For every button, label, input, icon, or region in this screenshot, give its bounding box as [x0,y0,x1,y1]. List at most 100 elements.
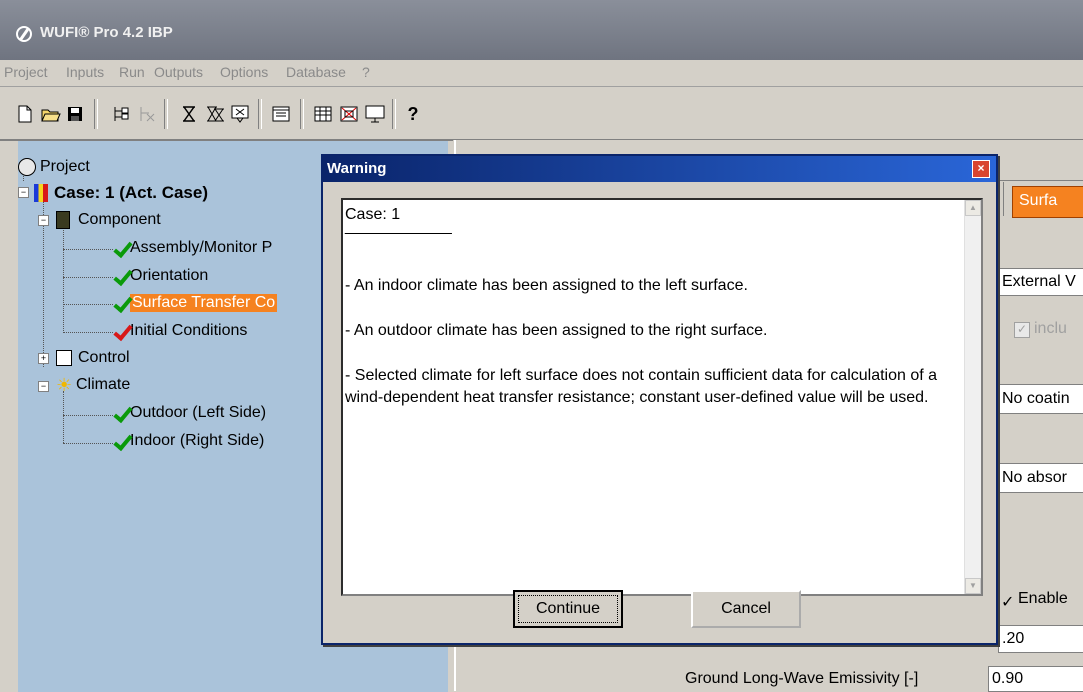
tree-item-control[interactable]: Control [56,349,130,367]
tree-line [63,227,64,333]
tree-item-surface-transfer[interactable]: Surface Transfer Co [114,294,278,312]
toolbar-separator [392,99,396,129]
absorption-field[interactable]: No absor [998,463,1083,493]
message-line-3: - Selected climate for left surface does… [345,367,938,406]
tree-item-component[interactable]: Component [56,211,161,229]
tree-line [63,249,113,250]
tree-item-indoor[interactable]: Indoor (Right Side) [114,432,264,450]
message-line-1: - An indoor climate has been assigned to… [345,277,748,294]
coating-field[interactable]: No coatin [998,384,1083,414]
case-icon [34,184,48,202]
tab-divider [1003,182,1005,216]
add-case-icon[interactable] [110,103,132,125]
menu-inputs[interactable]: Inputs [66,64,104,80]
tree-item-outdoor[interactable]: Outdoor (Left Side) [114,404,266,422]
table-icon[interactable] [312,103,334,125]
dialog-title: Warning [327,160,387,177]
menu-project[interactable]: Project [4,64,48,80]
help-button[interactable]: ? [402,103,424,125]
menu-database[interactable]: Database [286,64,346,80]
tree-item-climate[interactable]: ☀ Climate [56,376,130,394]
wufi-logo-icon [16,26,32,42]
value-field[interactable]: .20 [998,625,1083,653]
message-line-2: - An outdoor climate has been assigned t… [345,322,768,339]
open-folder-icon[interactable] [40,103,62,125]
tree-item-project[interactable]: Project [18,158,90,176]
message-scrollbar[interactable]: ▲ ▼ [964,200,981,594]
tree-label-assembly: Assembly/Monitor P [130,239,273,256]
check-icon [114,433,124,449]
tree-line [63,277,113,278]
cancel-button[interactable]: Cancel [691,590,801,628]
tree-label-component: Component [78,211,161,228]
menu-run[interactable]: Run [119,64,145,80]
run-all-icon[interactable] [204,103,226,125]
check-icon [114,405,124,421]
stop-run-icon[interactable] [230,103,252,125]
menu-options[interactable]: Options [220,64,268,80]
component-icon [56,211,70,229]
scroll-down-icon[interactable]: ▼ [965,578,981,594]
collapse-case-icon[interactable]: − [18,187,29,198]
continue-button[interactable]: Continue [513,590,623,628]
close-icon[interactable]: × [972,160,990,178]
include-checkbox[interactable]: ✓ [1014,322,1030,338]
tree-line [63,304,113,305]
tree-label-orientation: Orientation [130,267,209,284]
toolbar-separator [164,99,168,129]
tree-line [63,443,113,444]
toolbar: ? [0,87,1083,140]
tree-label-control: Control [78,349,130,366]
external-wall-field[interactable]: External V [998,268,1083,296]
tree-label-initial: Initial Conditions [130,322,248,339]
warning-dialog: Warning × Case: 1 ____________ - An indo… [321,154,998,645]
presentation-icon[interactable] [364,103,386,125]
toolbar-separator [94,99,98,129]
tree-label-project: Project [40,158,90,175]
collapse-climate-icon[interactable]: − [38,381,49,392]
window-title: WUFI® Pro 4.2 IBP [40,24,173,41]
warning-message-box[interactable]: Case: 1 ____________ - An indoor climate… [341,198,983,596]
tree-line [63,391,64,443]
check-icon [114,240,124,256]
toolbar-separator [300,99,304,129]
tree-label-indoor: Indoor (Right Side) [130,432,265,449]
tree-line [63,332,113,333]
include-label: inclu [1034,320,1067,337]
calendar-icon [56,350,72,366]
save-icon[interactable] [64,103,86,125]
tree-label-case: Case: 1 (Act. Case) [54,183,209,202]
scroll-up-icon[interactable]: ▲ [965,200,981,216]
ground-emissivity-field[interactable]: 0.90 [988,666,1083,692]
tree-item-assembly[interactable]: Assembly/Monitor P [114,239,272,257]
title-bar: WUFI® Pro 4.2 IBP [0,0,1083,60]
check-icon [114,268,124,284]
tree-label-climate: Climate [76,376,131,393]
expand-control-icon[interactable]: + [38,353,49,364]
red-check-icon [114,323,124,339]
enable-checkbox-mark[interactable]: ✓ [1001,592,1014,612]
menu-outputs[interactable]: Outputs [154,64,203,80]
new-file-icon[interactable] [14,103,36,125]
tree-item-case[interactable]: Case: 1 (Act. Case) [34,183,208,203]
tree-item-initial-conditions[interactable]: Initial Conditions [114,322,247,340]
tree-line [63,415,113,416]
dialog-title-bar: Warning × [323,156,996,182]
project-icon [18,158,36,176]
collapse-component-icon[interactable]: − [38,215,49,226]
run-hourglass-icon[interactable] [178,103,200,125]
tab-surface[interactable]: Surfa [1012,186,1083,218]
tree-label-outdoor: Outdoor (Left Side) [130,404,267,421]
ground-emissivity-label: Ground Long-Wave Emissivity [-] [685,670,919,687]
tree-label-surface: Surface Transfer Co [130,294,278,312]
sun-icon: ☀ [56,375,73,395]
toolbar-separator [258,99,262,129]
film-icon[interactable] [338,103,360,125]
enable-label: Enable [1018,590,1068,607]
check-icon [114,295,124,311]
tree-item-orientation[interactable]: Orientation [114,267,208,285]
report-icon[interactable] [270,103,292,125]
menu-help[interactable]: ? [362,64,370,80]
menu-bar: Project Inputs Run Outputs Options Datab… [0,60,1083,87]
delete-case-icon[interactable] [136,103,158,125]
